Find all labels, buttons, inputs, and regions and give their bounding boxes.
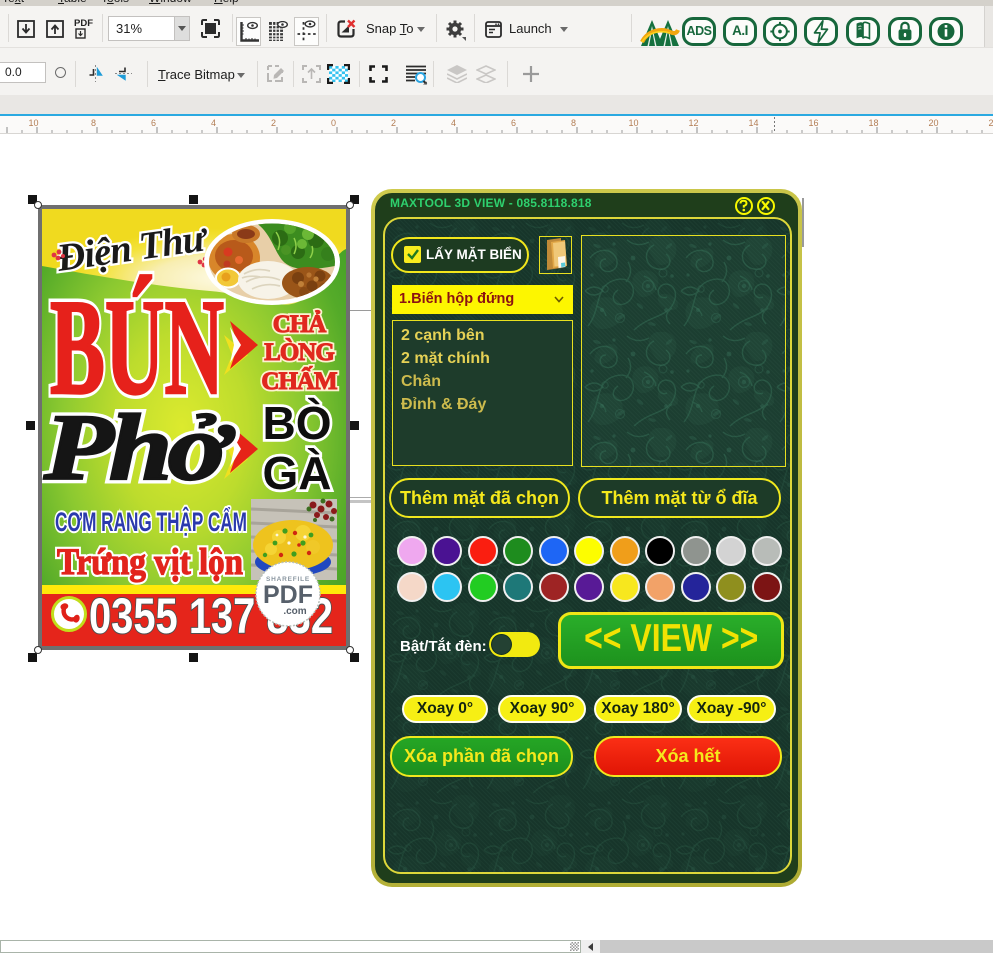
svg-text:CHẤM: CHẤM [261, 366, 337, 395]
svg-text:Phở: Phở [43, 396, 236, 500]
svg-text:GÀ: GÀ [263, 447, 332, 499]
svg-text:Trứng vịt lộn: Trứng vịt lộn [57, 542, 243, 583]
svg-text:.com: .com [283, 606, 306, 617]
svg-text:CƠM RANG THẬP CẨM: CƠM RANG THẬP CẨM [55, 506, 247, 537]
svg-text:CHẢ: CHẢ [273, 310, 327, 338]
svg-text:PDF: PDF [263, 581, 313, 609]
svg-text:BÒ: BÒ [263, 397, 332, 449]
svg-text:LÒNG: LÒNG [264, 338, 334, 366]
